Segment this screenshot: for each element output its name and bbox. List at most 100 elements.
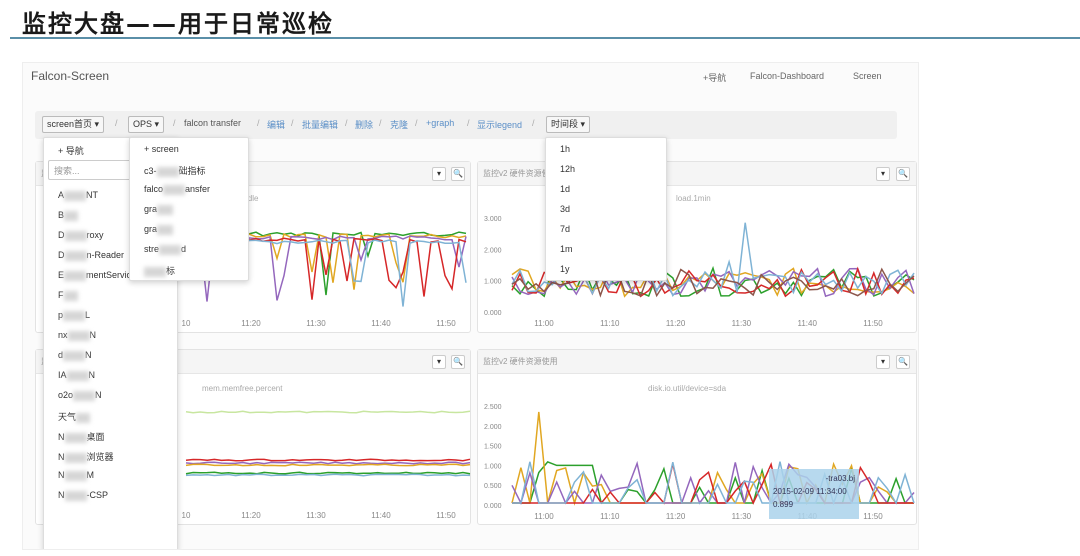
- breadcrumb-sep: /: [115, 118, 118, 128]
- ops-add-screen-item-label: + screen: [144, 144, 179, 154]
- screen-item[interactable]: dN: [58, 350, 92, 361]
- screen-item[interactable]: F: [58, 290, 78, 301]
- screen-item[interactable]: N 浏览器: [58, 450, 114, 463]
- topnav-nav[interactable]: +导航: [703, 71, 726, 84]
- ops-item[interactable]: falco ansfer: [144, 184, 210, 195]
- ops-item[interactable]: 标: [144, 264, 175, 277]
- breadcrumb-sep: /: [345, 118, 348, 128]
- screen-item-label: nx: [58, 330, 68, 340]
- x-tick-label: 11:10: [600, 512, 620, 521]
- screen-item[interactable]: nx N: [58, 330, 96, 341]
- x-tick-label: 11:20: [666, 319, 686, 328]
- ops-item-label: c3-: [144, 166, 157, 176]
- redacted-text: [157, 224, 174, 235]
- screen-toolbar: screen首页 ▾ / OPS ▾ / falcon transfer / 编…: [35, 111, 897, 139]
- screen-item-label: 天气: [58, 412, 77, 422]
- ops-item[interactable]: gra: [144, 204, 174, 215]
- slide-title: 监控大盘——用于日常巡检: [22, 10, 334, 38]
- ops-item-label: d: [181, 244, 187, 254]
- tooltip-host: -tra03.bj: [825, 474, 855, 483]
- show-legend-link[interactable]: 显示legend: [477, 118, 522, 131]
- x-tick-label: 11:20: [241, 511, 261, 520]
- screen-item-label: 桌面: [86, 432, 105, 442]
- screen-item-label: L: [85, 310, 91, 320]
- x-tick-label: 11:50: [436, 319, 456, 328]
- topnav-dashboard[interactable]: Falcon-Dashboard: [750, 71, 824, 81]
- menu-nav-item[interactable]: + 导航: [58, 144, 84, 157]
- redacted-text: [63, 350, 86, 361]
- ops-add-screen-item[interactable]: + screen: [144, 144, 179, 154]
- redacted-text: [76, 412, 91, 423]
- screen-item[interactable]: pL: [58, 310, 90, 321]
- ops-item[interactable]: stre d: [144, 244, 186, 255]
- screen-item[interactable]: N -CSP: [58, 490, 108, 501]
- x-tick-label: 11:40: [371, 319, 391, 328]
- screen-item[interactable]: IA N: [58, 370, 95, 381]
- screen-item[interactable]: Dn-Reader: [58, 250, 124, 261]
- redacted-text: [64, 432, 87, 443]
- screen-item-label: N: [89, 330, 97, 340]
- y-tick-label: 1.000: [484, 463, 502, 470]
- screen-item-label: N: [85, 350, 92, 360]
- breadcrumb-sep: /: [257, 118, 260, 128]
- x-tick-label: 11:30: [732, 512, 752, 521]
- breadcrumb-current: falcon transfer: [184, 118, 242, 128]
- x-tick-label: 11:10: [600, 319, 620, 328]
- screen-item-label: N: [88, 370, 96, 380]
- redacted-text: [64, 490, 87, 501]
- series-line: [185, 410, 471, 414]
- tooltip-value: 0.899: [773, 500, 794, 509]
- screen-item[interactable]: o2o N: [58, 390, 102, 401]
- ops-item-label: falco: [144, 184, 164, 194]
- app-title: Falcon-Screen: [31, 69, 110, 83]
- redacted-text: [157, 204, 174, 215]
- ops-item[interactable]: gra: [144, 224, 174, 235]
- time-option-1m[interactable]: 1m: [560, 244, 573, 254]
- series-line: [185, 458, 471, 462]
- edit-link[interactable]: 编辑: [267, 118, 285, 131]
- x-tick-label: 11:30: [306, 319, 326, 328]
- screen-item[interactable]: 天气: [58, 410, 91, 423]
- ops-item-label: gra: [144, 204, 158, 214]
- breadcrumb-sep: /: [379, 118, 382, 128]
- screen-item-label: M: [86, 470, 95, 480]
- x-tick-label: 11:50: [863, 512, 883, 521]
- y-tick-label: 1.000: [484, 279, 502, 286]
- screen-item[interactable]: A NT: [58, 190, 98, 201]
- screen-item[interactable]: N 桌面: [58, 430, 105, 443]
- time-range-dropdown[interactable]: 时间段 ▾: [546, 116, 591, 133]
- breadcrumb-sep: /: [532, 118, 535, 128]
- x-tick-label: 11:50: [863, 319, 883, 328]
- time-option-1y[interactable]: 1y: [560, 264, 570, 274]
- time-option-12h[interactable]: 12h: [560, 164, 575, 174]
- screen-item[interactable]: Droxy: [58, 230, 104, 241]
- time-range-menu: 1h 12h 1d 3d 7d 1m 1y: [545, 137, 667, 281]
- slide-title-rule: [10, 37, 1080, 39]
- chart-tooltip: -tra03.bj 2015-02-09 11:34:00 0.899: [769, 469, 859, 519]
- batch-edit-link[interactable]: 批量编辑: [302, 118, 338, 131]
- topnav-screen[interactable]: Screen: [853, 71, 882, 81]
- delete-link[interactable]: 删除: [355, 118, 373, 131]
- clone-link[interactable]: 克隆: [390, 118, 408, 131]
- screen-item[interactable]: EmentService: [58, 270, 136, 281]
- redacted-text: [163, 184, 186, 195]
- x-tick-label: 10: [182, 511, 191, 520]
- time-option-1h[interactable]: 1h: [560, 144, 570, 154]
- screen-item-label: roxy: [86, 230, 104, 240]
- line-chart-load[interactable]: 11:00 11:10 11:20 11:30 11:40 11:50 3.000 2.000…: [478, 162, 918, 334]
- screen-home-dropdown[interactable]: screen首页 ▾: [42, 116, 105, 133]
- ops-dropdown[interactable]: OPS ▾: [128, 116, 165, 133]
- screen-item[interactable]: NM: [58, 470, 94, 481]
- graph-panel-load: 监控v2 硬件资源使用 ▾ 🔍 load.1min 11:00 11:10 11:2…: [477, 161, 917, 333]
- time-option-7d[interactable]: 7d: [560, 224, 570, 234]
- screen-item[interactable]: B: [58, 210, 79, 221]
- x-tick-label: 10: [182, 319, 191, 328]
- time-option-3d[interactable]: 3d: [560, 204, 570, 214]
- ops-item-label: gra: [144, 224, 158, 234]
- redacted-text: [64, 230, 87, 241]
- add-graph-link[interactable]: +graph: [426, 118, 454, 128]
- time-option-1d[interactable]: 1d: [560, 184, 570, 194]
- ops-item[interactable]: c3- 础指标: [144, 164, 206, 177]
- redacted-text: [64, 452, 87, 463]
- breadcrumb-sep: /: [467, 118, 470, 128]
